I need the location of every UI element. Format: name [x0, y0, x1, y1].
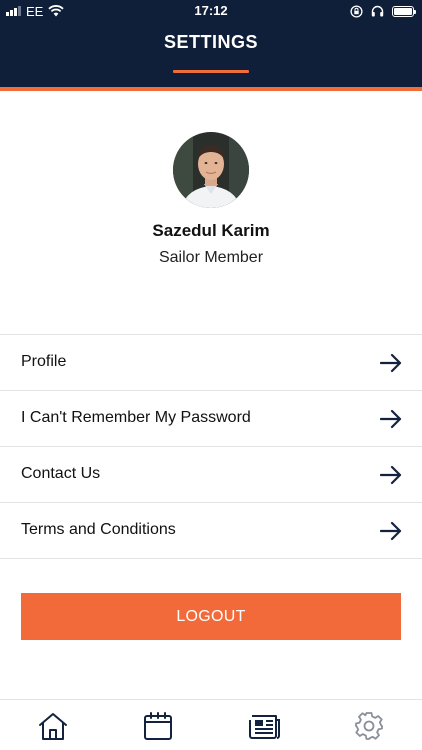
- title-underline: [173, 70, 249, 73]
- home-icon: [39, 713, 67, 740]
- orientation-lock-icon: [350, 4, 363, 18]
- bottom-tab-bar: [0, 699, 422, 750]
- menu-item-forgot-password[interactable]: I Can't Remember My Password: [0, 391, 422, 447]
- tab-home[interactable]: [37, 710, 69, 742]
- gear-icon: [355, 712, 383, 740]
- menu-item-label: Profile: [21, 353, 67, 370]
- headphones-icon: [371, 5, 384, 17]
- header-accent-stripe: [0, 87, 422, 91]
- arrow-right-icon: [380, 465, 402, 485]
- arrow-right-icon: [380, 409, 402, 429]
- arrow-right-icon: [380, 521, 402, 541]
- menu-item-label: I Can't Remember My Password: [21, 409, 251, 426]
- avatar: [173, 132, 249, 208]
- tab-calendar[interactable]: [142, 710, 174, 742]
- page-title: SETTINGS: [163, 32, 258, 52]
- avatar-photo: [173, 132, 249, 208]
- arrow-right-icon: [380, 353, 402, 373]
- header-bar: EE 17:12 SETTINGS: [0, 0, 422, 87]
- user-role: Sailor Member: [158, 249, 264, 266]
- menu-item-terms[interactable]: Terms and Conditions: [0, 503, 422, 559]
- newspaper-icon: [249, 715, 280, 739]
- user-name: Sazedul Karim: [152, 221, 270, 240]
- battery-icon: [392, 5, 416, 17]
- menu-item-profile[interactable]: Profile: [0, 335, 422, 391]
- settings-menu: Profile I Can't Remember My Password Con…: [0, 334, 422, 559]
- settings-screen: EE 17:12 SETTINGS Sazedul Karim Sailor M…: [0, 0, 422, 750]
- status-bar: EE 17:12: [0, 0, 422, 22]
- status-right: [350, 3, 416, 19]
- calendar-icon: [144, 712, 172, 740]
- menu-item-label: Contact Us: [21, 465, 101, 482]
- menu-item-label: Terms and Conditions: [21, 521, 176, 538]
- tab-news[interactable]: [247, 710, 280, 742]
- tab-settings[interactable]: [353, 710, 385, 742]
- logout-button[interactable]: LOGOUT: [21, 593, 401, 640]
- menu-item-contact-us[interactable]: Contact Us: [0, 447, 422, 503]
